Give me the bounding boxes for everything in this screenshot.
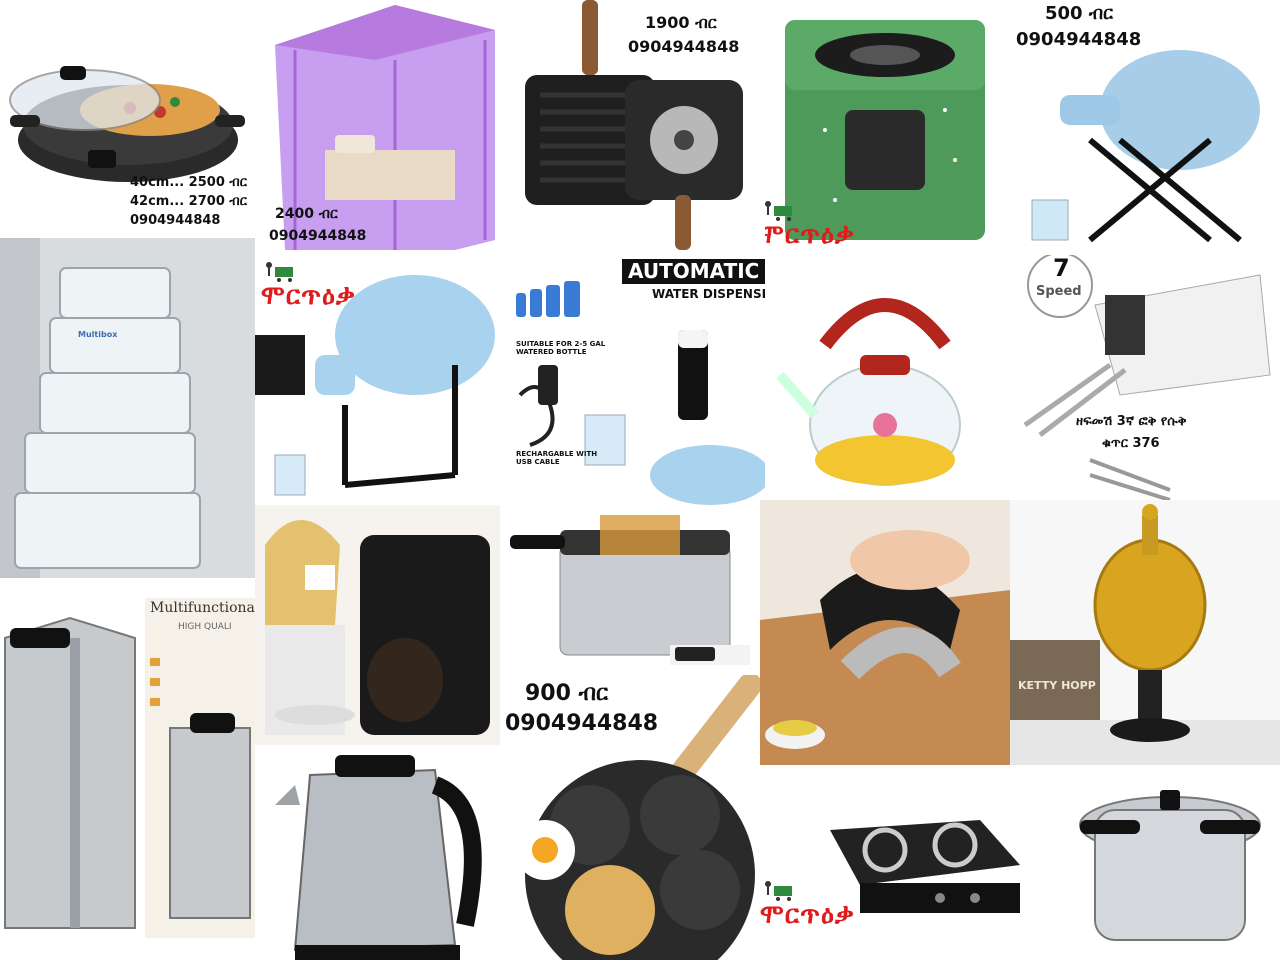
price-42cm: 42cm... 2700 ብር: [130, 194, 247, 209]
box-grater-image: [4, 598, 255, 938]
speed-number: 7: [1053, 255, 1070, 282]
coffee-maker-image: [255, 505, 500, 745]
tile-coffee-maker: [255, 505, 500, 745]
delivery-cart-icon: [266, 262, 293, 282]
brand-text: ሞርጥዕቃ: [261, 281, 356, 311]
tile-deep-fryer: [500, 505, 760, 675]
delivery-cart-icon: [765, 881, 792, 901]
price: 2400 ብር: [275, 206, 338, 222]
tile-mosquito-net: 2400 ብር 0904944848: [255, 0, 510, 255]
brand-logo: ሞርጥዕቃ: [765, 200, 855, 248]
phone-number: 0904944848: [628, 37, 740, 56]
tile-egg-pan: 900 ብር 0904944848: [500, 675, 760, 960]
tile-storage-boxes: Multibox: [0, 238, 255, 578]
tile-bottle-stand: 500 ብር 0904944848: [1010, 0, 1280, 255]
pump-note-usb: RECHARGABLE WITH USB CABLE: [516, 450, 598, 467]
book-text: KETTY HOPP: [1018, 679, 1096, 692]
box-subtitle: HIGH QUALI: [178, 622, 232, 632]
brand-logo: ሞርጥዕቃ: [760, 880, 855, 928]
storage-boxes-image: [0, 238, 201, 578]
phone-number: 0904944848: [505, 711, 659, 736]
tile-glass-kettle: [765, 255, 1010, 505]
pump-note-bottle: SUITABLE FOR 2-5 GAL WATERED BOTTLE: [516, 340, 606, 357]
tile-water-pump: AUTOMATIC WATER DISPENSER SUITABLE FOR 2…: [510, 255, 765, 505]
price: 900 ብር: [525, 681, 609, 706]
price: 500 ብር: [1045, 3, 1114, 24]
box-label: Multibox: [78, 330, 118, 339]
tile-kerosene-stove: ሞርጥዕቃ: [765, 0, 1010, 255]
delivery-cart-icon: [765, 201, 792, 221]
glass-kettle-image: [776, 298, 961, 486]
tile-pressure-cooker: [1030, 765, 1280, 960]
tile-grill-pan: 1900 ብር 0904944848: [510, 0, 765, 255]
tile-water-stand: ሞርጥዕቃ: [255, 255, 510, 505]
tile-hot-plate: ሞርጥዕቃ: [760, 765, 1030, 960]
garlic-press-image: [760, 530, 1010, 765]
tile-electric-kettle: [255, 745, 500, 960]
shop-number: ቁጥር 376: [1102, 436, 1160, 451]
phone-number: 0904944848: [130, 213, 221, 228]
tile-hand-mixer: 7 Speed ዘፍመሽ 3ኛ ፎቅ የሱቅ ቁጥር 376: [1010, 255, 1280, 500]
shop-caption: ዘፍመሽ 3ኛ ፎቅ የሱቅ: [1076, 414, 1187, 429]
brand-text: ሞርጥዕቃ: [765, 220, 855, 250]
tile-garlic-press: [760, 500, 1010, 765]
incense-burner-image: [1010, 500, 1280, 765]
box-title: Multifunctiona: [150, 600, 255, 616]
deep-fryer-image: [510, 515, 750, 665]
hot-plate-image: [830, 820, 1020, 913]
price-40cm: 40cm... 2500 ብር: [130, 175, 247, 190]
pressure-cooker-image: [1079, 790, 1261, 941]
phone-number: 0904944848: [269, 228, 367, 244]
electric-kettle-image: [275, 755, 482, 960]
water-pump-image: [516, 281, 765, 505]
tile-box-grater: Multifunctiona HIGH QUALI: [0, 578, 255, 960]
tile-pizza-pan: 40cm... 2500 ብር 42cm... 2700 ብር 09049448…: [0, 0, 255, 238]
tile-incense-burner: KETTY HOPP: [1010, 500, 1280, 765]
brand-text: ሞርጥዕቃ: [760, 900, 855, 930]
phone-number: 0904944848: [1016, 29, 1142, 50]
price: 1900 ብር: [645, 13, 717, 32]
brand-logo: ሞርጥዕቃ: [261, 261, 356, 309]
speed-label: Speed: [1036, 284, 1082, 299]
